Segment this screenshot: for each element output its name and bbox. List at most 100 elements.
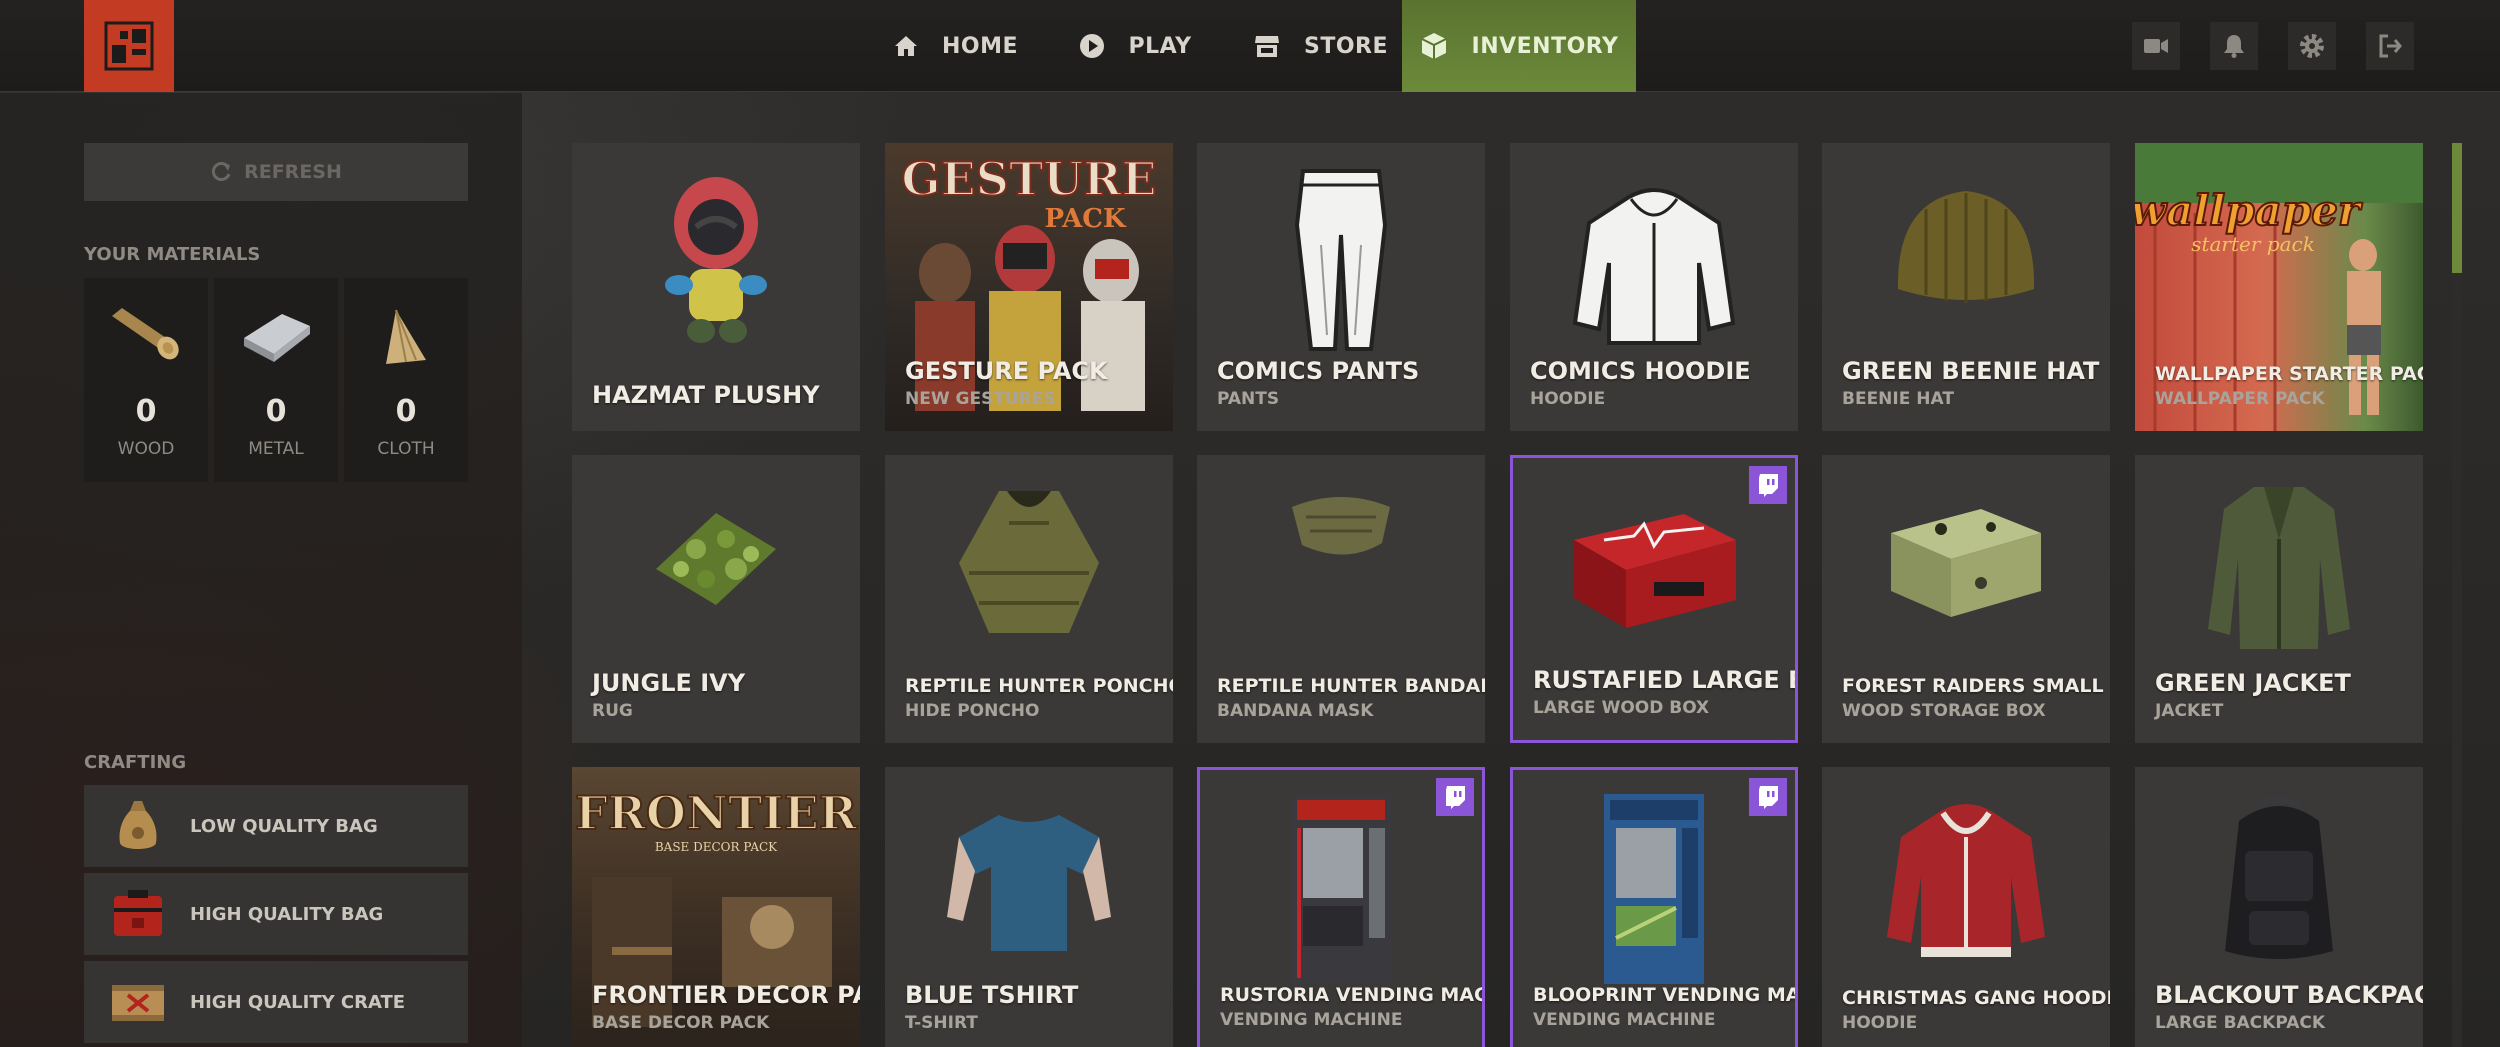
- twitch-icon: [1749, 466, 1787, 504]
- reptile-hunter-bandana-image: [1197, 455, 1485, 743]
- item-name: CHRISTMAS GANG HOODIE: [1842, 987, 2110, 1009]
- gesture-pack-art-sub: PACK: [1044, 204, 1127, 234]
- item-subtitle: LARGE BACKPACK: [2155, 1013, 2326, 1033]
- item-name: RUSTORIA VENDING MACHINE: [1220, 984, 1485, 1006]
- craft-high-quality-crate[interactable]: HIGH QUALITY CRATE: [84, 961, 468, 1043]
- item-tile-rustoria-vending-machine[interactable]: RUSTORIA VENDING MACHINE VENDING MACHINE: [1197, 767, 1485, 1047]
- wood-icon: [104, 300, 188, 374]
- cloth-icon: [364, 300, 448, 374]
- wallpaper-starter-pack-image: wallpaper starter pack: [2135, 143, 2423, 431]
- twitch-icon: [1749, 778, 1787, 816]
- item-tile-green-jacket[interactable]: GREEN JACKET JACKET: [2135, 455, 2423, 743]
- item-subtitle: JACKET: [2155, 701, 2224, 721]
- item-tile-reptile-hunter-bandana[interactable]: REPTILE HUNTER BANDANA BANDANA MASK: [1197, 455, 1485, 743]
- item-name: BLUE TSHIRT: [905, 981, 1079, 1009]
- item-subtitle: HOODIE: [1530, 389, 1606, 409]
- item-tile-blackout-backpack[interactable]: BLACKOUT BACKPACK LARGE BACKPACK: [2135, 767, 2423, 1047]
- item-subtitle: BANDANA MASK: [1217, 701, 1374, 721]
- item-subtitle: VENDING MACHINE: [1533, 1010, 1716, 1030]
- material-wood: 0 WOOD: [84, 278, 208, 482]
- material-cloth: 0 CLOTH: [344, 278, 468, 482]
- item-name: GREEN BEENIE HAT: [1842, 357, 2100, 385]
- item-name: FRONTIER DECOR PACK: [592, 981, 860, 1009]
- item-tile-gesture-pack[interactable]: GESTURE PACK GESTURE PACK NEW GESTURES: [885, 143, 1173, 431]
- wood-label: WOOD: [117, 439, 175, 459]
- nav-home[interactable]: HOME: [885, 0, 1027, 92]
- item-tile-comics-pants[interactable]: COMICS PANTS PANTS: [1197, 143, 1485, 431]
- item-tile-jungle-ivy[interactable]: JUNGLE IVY RUG: [572, 455, 860, 743]
- item-subtitle: WOOD STORAGE BOX: [1842, 701, 2046, 721]
- item-name: COMICS PANTS: [1217, 357, 1420, 385]
- item-name: WALLPAPER STARTER PACK: [2155, 363, 2423, 385]
- top-bar: HOME PLAY STORE INVENTORY: [0, 0, 2500, 92]
- jungle-ivy-image: [572, 455, 860, 743]
- inventory-box-icon: [1421, 33, 1446, 59]
- scrollbar[interactable]: [2452, 143, 2462, 1047]
- item-name: REPTILE HUNTER PONCHO: [905, 675, 1173, 697]
- nav-store-label: STORE: [1303, 33, 1389, 59]
- metal-icon: [234, 300, 318, 374]
- craft-low-quality-bag[interactable]: LOW QUALITY BAG: [84, 785, 468, 867]
- item-tile-comics-hoodie[interactable]: COMICS HOODIE HOODIE: [1510, 143, 1798, 431]
- wallpaper-art-title: wallpaper: [2135, 186, 2363, 235]
- cloth-count: 0: [395, 394, 417, 429]
- item-subtitle: WALLPAPER PACK: [2155, 389, 2325, 409]
- item-name: GESTURE PACK: [905, 357, 1108, 385]
- sack-icon: [104, 794, 172, 858]
- item-tile-rustafied-large-box[interactable]: RUSTAFIED LARGE BOX LARGE WOOD BOX: [1510, 455, 1798, 743]
- item-tile-hazmat-plushy[interactable]: HAZMAT PLUSHY: [572, 143, 860, 431]
- item-tile-reptile-hunter-poncho[interactable]: REPTILE HUNTER PONCHO HIDE PONCHO: [885, 455, 1173, 743]
- item-subtitle: T-SHIRT: [905, 1013, 978, 1033]
- refresh-button[interactable]: REFRESH: [84, 143, 468, 201]
- item-tile-wallpaper-starter-pack[interactable]: wallpaper starter pack WALLPAPER STARTER…: [2135, 143, 2423, 431]
- craft-high-quality-bag[interactable]: HIGH QUALITY BAG: [84, 873, 468, 955]
- nav-play-label: PLAY: [1128, 33, 1192, 59]
- item-subtitle: NEW GESTURES: [905, 389, 1056, 409]
- item-subtitle: HOODIE: [1842, 1013, 1918, 1033]
- refresh-label: REFRESH: [244, 161, 342, 183]
- green-beenie-hat-image: [1822, 143, 2110, 431]
- item-name: GREEN JACKET: [2155, 669, 2351, 697]
- green-jacket-image: [2135, 455, 2423, 743]
- bell-icon[interactable]: [2210, 22, 2258, 70]
- item-name: REPTILE HUNTER BANDANA: [1217, 675, 1485, 697]
- crafting-heading: CRAFTING: [84, 752, 187, 773]
- item-name: COMICS HOODIE: [1530, 357, 1751, 385]
- item-tile-green-beenie-hat[interactable]: GREEN BEENIE HAT BEENIE HAT: [1822, 143, 2110, 431]
- item-tile-blue-tshirt[interactable]: BLUE TSHIRT T-SHIRT: [885, 767, 1173, 1047]
- item-name: BLACKOUT BACKPACK: [2155, 981, 2423, 1009]
- craft-low-quality-bag-label: LOW QUALITY BAG: [190, 815, 378, 837]
- craft-high-quality-crate-label: HIGH QUALITY CRATE: [190, 991, 406, 1013]
- metal-count: 0: [265, 394, 287, 429]
- item-tile-blooprint-vending-machine[interactable]: BLOOPRINT VENDING MACHINE VENDING MACHIN…: [1510, 767, 1798, 1047]
- rust-logo-icon[interactable]: [84, 0, 174, 92]
- item-name: HAZMAT PLUSHY: [592, 381, 820, 409]
- logout-icon[interactable]: [2366, 22, 2414, 70]
- comics-pants-image: [1197, 143, 1485, 431]
- nav-store[interactable]: STORE: [1246, 0, 1396, 92]
- forest-raiders-small-box-image: [1822, 455, 2110, 743]
- crate-icon: [104, 970, 172, 1034]
- materials-heading: YOUR MATERIALS: [84, 244, 261, 265]
- material-metal: 0 METAL: [214, 278, 338, 482]
- nav-inventory[interactable]: INVENTORY: [1402, 0, 1636, 92]
- item-subtitle: BEENIE HAT: [1842, 389, 1954, 409]
- scrollbar-thumb[interactable]: [2452, 143, 2462, 273]
- play-icon: [1079, 34, 1104, 58]
- item-tile-forest-raiders-small-box[interactable]: FOREST RAIDERS SMALL BOX WOOD STORAGE BO…: [1822, 455, 2110, 743]
- reptile-hunter-poncho-image: [885, 455, 1173, 743]
- item-tile-christmas-gang-hoodie[interactable]: CHRISTMAS GANG HOODIE HOODIE: [1822, 767, 2110, 1047]
- gear-icon[interactable]: [2288, 22, 2336, 70]
- camera-icon[interactable]: [2132, 22, 2180, 70]
- nav-play[interactable]: PLAY: [1070, 0, 1200, 92]
- item-tile-frontier-decor-pack[interactable]: FRONTIER BASE DECOR PACK FRONTIER DECOR …: [572, 767, 860, 1047]
- item-subtitle: HIDE PONCHO: [905, 701, 1040, 721]
- wood-count: 0: [135, 394, 157, 429]
- item-name: RUSTAFIED LARGE BOX: [1533, 666, 1795, 694]
- item-subtitle: VENDING MACHINE: [1220, 1010, 1403, 1030]
- nav-inventory-label: INVENTORY: [1471, 33, 1619, 59]
- item-name: JUNGLE IVY: [592, 669, 746, 697]
- wallpaper-art-sub: starter pack: [2191, 232, 2315, 256]
- cloth-label: CLOTH: [377, 439, 435, 459]
- red-bag-icon: [104, 882, 172, 946]
